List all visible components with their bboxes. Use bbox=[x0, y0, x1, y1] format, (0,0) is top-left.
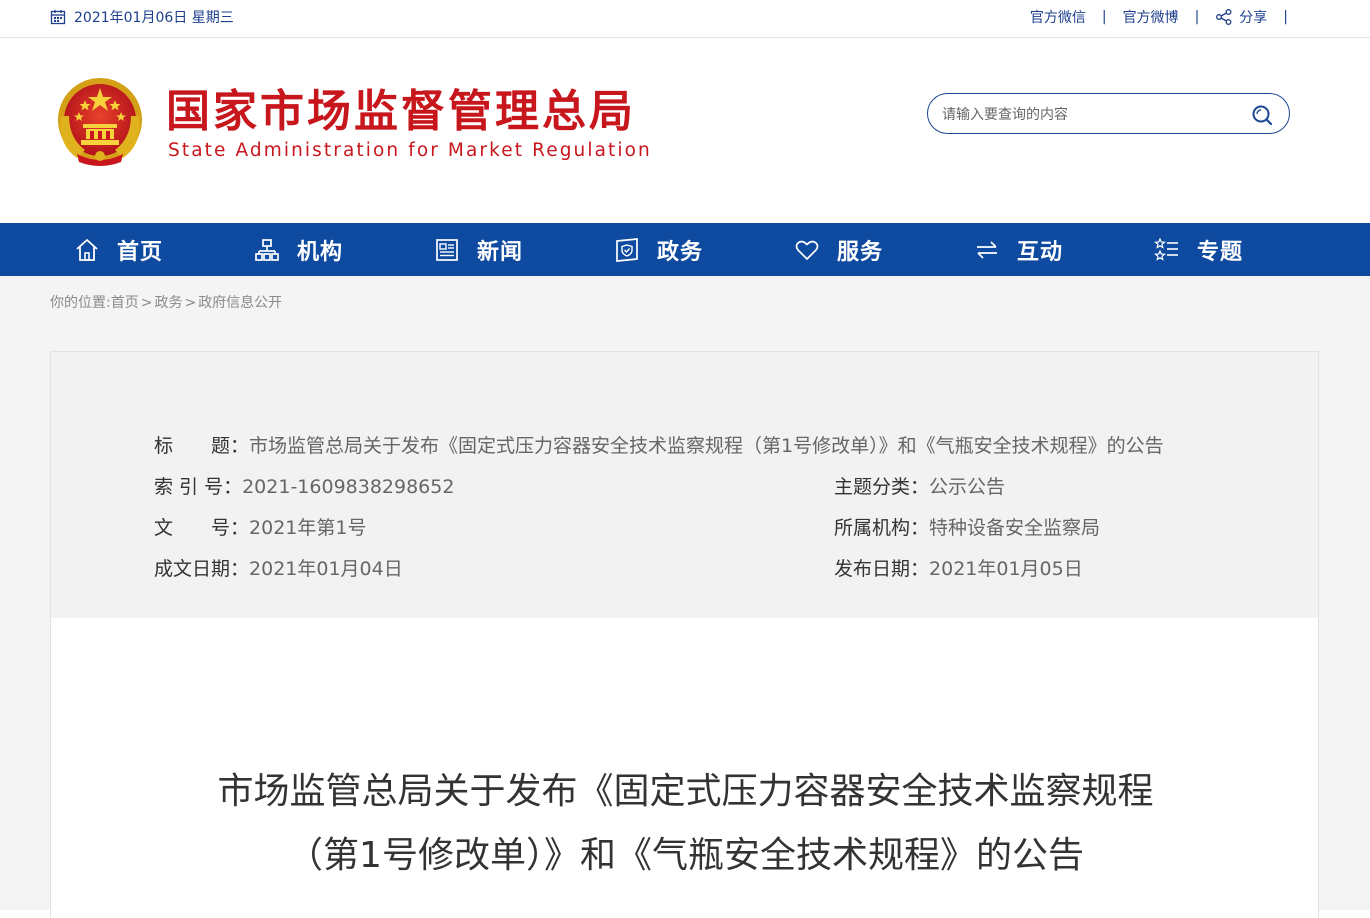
separator: | bbox=[1101, 9, 1107, 25]
info-key: 所属机构： bbox=[834, 517, 930, 539]
search-icon[interactable] bbox=[1251, 104, 1273, 126]
home-icon bbox=[76, 238, 98, 261]
breadcrumb-home-link[interactable]: 首页 bbox=[111, 295, 139, 311]
main-navigation: 首页 机构 新闻 政务 服务 互动 专题 bbox=[0, 223, 1370, 276]
calendar-icon bbox=[50, 10, 66, 25]
breadcrumb-arrow: > bbox=[140, 295, 153, 311]
info-row-org: 所属机构：特种设备安全监察局 bbox=[834, 513, 1100, 540]
nav-item-services[interactable]: 服务 bbox=[794, 223, 883, 276]
info-key: 标 题： bbox=[154, 435, 250, 457]
info-key: 索 引 号： bbox=[154, 476, 243, 498]
article-title-line: 市场监管总局关于发布《固定式压力容器安全技术监察规程 bbox=[217, 771, 1154, 812]
info-key: 主题分类： bbox=[834, 476, 930, 498]
info-key: 文 号： bbox=[154, 517, 250, 539]
search-box bbox=[927, 93, 1290, 134]
top-links: 官方微信 | 官方微博 | 分享 | bbox=[1030, 7, 1304, 27]
top-bar: 2021年01月06日 星期三 官方微信 | 官方微博 | 分享 | bbox=[0, 0, 1370, 38]
info-value: 2021年01月05日 bbox=[929, 558, 1083, 580]
breadcrumb-affairs-link[interactable]: 政务 bbox=[154, 295, 182, 311]
nav-item-news[interactable]: 新闻 bbox=[434, 223, 523, 276]
nav-label: 新闻 bbox=[477, 239, 524, 265]
nav-label: 机构 bbox=[297, 239, 344, 265]
info-key: 成文日期： bbox=[154, 558, 250, 580]
info-row-published: 发布日期：2021年01月05日 bbox=[834, 554, 1083, 581]
info-key: 发布日期： bbox=[834, 558, 930, 580]
info-value: 2021-1609838298652 bbox=[242, 476, 455, 498]
site-logo-english: State Administration for Market Regulati… bbox=[168, 140, 652, 161]
separator: | bbox=[1283, 9, 1288, 25]
nav-label: 互动 bbox=[1017, 239, 1064, 265]
current-date: 2021年01月06日 星期三 bbox=[50, 7, 234, 27]
info-row-created: 成文日期：2021年01月04日 bbox=[154, 554, 403, 581]
nav-item-organization[interactable]: 机构 bbox=[254, 223, 343, 276]
newspaper-icon bbox=[436, 238, 458, 261]
nav-label: 专题 bbox=[1197, 239, 1244, 265]
national-emblem-icon[interactable] bbox=[55, 76, 145, 168]
info-row-index: 索 引 号：2021-1609838298652 bbox=[154, 472, 454, 499]
search-input[interactable] bbox=[940, 103, 1244, 127]
info-value: 公示公告 bbox=[929, 476, 1006, 498]
info-row-title: 标 题：市场监管总局关于发布《固定式压力容器安全技术监察规程（第1号修改单）》和… bbox=[154, 431, 1164, 458]
info-value: 2021年第1号 bbox=[249, 517, 367, 539]
document-shield-icon bbox=[616, 237, 638, 262]
info-value: 市场监管总局关于发布《固定式压力容器安全技术监察规程（第1号修改单）》和《气瓶安… bbox=[249, 435, 1164, 457]
info-row-docno: 文 号：2021年第1号 bbox=[154, 513, 366, 540]
exchange-arrows-icon bbox=[977, 240, 997, 259]
star-list-icon bbox=[1154, 236, 1178, 261]
date-text: 2021年01月06日 星期三 bbox=[74, 10, 234, 26]
breadcrumb-arrow: > bbox=[184, 295, 197, 311]
nav-label: 服务 bbox=[837, 239, 884, 265]
weibo-link[interactable]: 官方微博 bbox=[1123, 7, 1179, 27]
article-title-line: （第1号修改单）》和《气瓶安全技术规程》的公告 bbox=[287, 835, 1084, 876]
nav-item-topics[interactable]: 专题 bbox=[1154, 223, 1243, 276]
info-value: 2021年01月04日 bbox=[249, 558, 403, 580]
site-header: 国家市场监督管理总局 State Administration for Mark… bbox=[0, 38, 1370, 223]
separator: | bbox=[1194, 9, 1200, 25]
article-content: 市场监管总局关于发布《固定式压力容器安全技术监察规程 （第1号修改单）》和《气瓶… bbox=[50, 618, 1319, 918]
nav-item-interaction[interactable]: 互动 bbox=[974, 223, 1063, 276]
share-label: 分享 bbox=[1239, 10, 1268, 26]
info-value: 特种设备安全监察局 bbox=[929, 517, 1101, 539]
wechat-link[interactable]: 官方微信 bbox=[1030, 7, 1086, 27]
share-link[interactable]: 分享 bbox=[1215, 7, 1267, 27]
nav-item-government-affairs[interactable]: 政务 bbox=[614, 223, 703, 276]
document-info-box: 标 题：市场监管总局关于发布《固定式压力容器安全技术监察规程（第1号修改单）》和… bbox=[50, 351, 1319, 619]
article-title: 市场监管总局关于发布《固定式压力容器安全技术监察规程 （第1号修改单）》和《气瓶… bbox=[51, 760, 1320, 888]
nav-label: 首页 bbox=[117, 239, 164, 265]
breadcrumb-disclosure-link[interactable]: 政府信息公开 bbox=[198, 295, 282, 311]
nav-label: 政务 bbox=[657, 239, 704, 265]
nav-item-home[interactable]: 首页 bbox=[74, 223, 163, 276]
info-row-topic: 主题分类：公示公告 bbox=[834, 472, 1005, 499]
share-icon bbox=[1216, 9, 1232, 25]
org-chart-icon bbox=[255, 238, 279, 261]
breadcrumb-prefix: 你的位置: bbox=[50, 295, 111, 311]
breadcrumb: 你的位置:首页 > 政务 > 政府信息公开 bbox=[50, 292, 282, 312]
site-logo-chinese[interactable]: 国家市场监督管理总局 bbox=[166, 86, 636, 138]
heart-icon bbox=[795, 240, 819, 260]
